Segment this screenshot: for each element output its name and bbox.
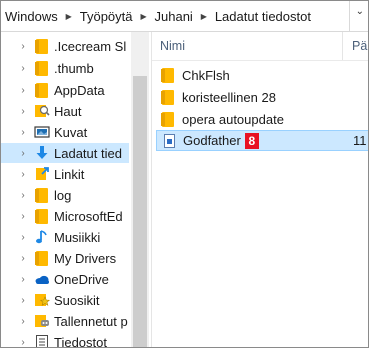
nav-item-label: Linkit (54, 166, 85, 182)
nav-item-label: AppData (54, 82, 105, 98)
chevron-right-icon[interactable]: › (18, 63, 28, 74)
folder-icon (34, 208, 50, 224)
nav-item-label: .Icecream Sl (54, 38, 127, 54)
nav-item-label: Ladatut tied (54, 145, 122, 161)
breadcrumb-item-tyopoyta[interactable]: Työpöytä (77, 9, 136, 24)
chevron-right-icon[interactable]: ▶ (61, 12, 77, 21)
nav-item-label: Tallennetut p (54, 313, 128, 329)
chevron-right-icon[interactable]: › (18, 211, 28, 222)
favorites-icon (34, 292, 50, 308)
chevron-down-icon: ⌄ (355, 6, 364, 17)
chevron-right-icon[interactable]: › (18, 232, 28, 243)
breadcrumb: Windows ▶ Työpöytä ▶ Juhani ▶ Ladatut ti… (1, 1, 314, 31)
chevron-right-icon[interactable]: › (18, 295, 28, 306)
file-row-koristeellinen[interactable]: koristeellinen 28 (156, 87, 368, 108)
nav-item-my-drivers[interactable]: › My Drivers (1, 248, 129, 268)
file-name: opera autoupdate (182, 112, 284, 127)
nav-item-kuvat[interactable]: › Kuvat (1, 122, 129, 142)
chevron-right-icon[interactable]: › (18, 41, 28, 52)
breadcrumb-item-juhani[interactable]: Juhani (152, 9, 196, 24)
breadcrumb-item-ladatut-tiedostot[interactable]: Ladatut tiedostot (212, 9, 314, 24)
file-list: Nimi Pä ChkFlsh koristeellinen 28 opera … (152, 32, 368, 347)
file-row-opera-autoupdate[interactable]: opera autoupdate (156, 109, 368, 130)
saved-games-icon (34, 313, 50, 329)
links-icon (34, 166, 50, 182)
nav-item-haut[interactable]: › Haut (1, 101, 129, 121)
documents-icon (34, 334, 50, 347)
nav-item-suosikit[interactable]: › Suosikit (1, 290, 129, 310)
chevron-right-icon[interactable]: › (18, 85, 28, 96)
search-folder-icon (34, 103, 50, 119)
file-row-godfather[interactable]: Godfather 8 11 (156, 130, 368, 151)
chevron-right-icon[interactable]: ▶ (196, 12, 212, 21)
address-bar[interactable]: Windows ▶ Työpöytä ▶ Juhani ▶ Ladatut ti… (1, 1, 368, 32)
nav-item-tallennetut[interactable]: › Tallennetut p (1, 311, 129, 331)
folder-icon (34, 82, 50, 98)
nav-item-label: Haut (54, 103, 82, 119)
column-header-date[interactable]: Pä (352, 39, 367, 53)
nav-item-log[interactable]: › log (1, 185, 129, 205)
nav-item-label: My Drivers (54, 250, 117, 266)
breadcrumb-item-windows[interactable]: Windows (1, 9, 61, 24)
file-icon (161, 133, 177, 149)
chevron-right-icon[interactable]: › (18, 274, 28, 285)
chevron-right-icon[interactable]: › (18, 127, 28, 138)
nav-item-label: Tiedostot (54, 334, 107, 348)
nav-item-label: Suosikit (54, 292, 100, 308)
nav-item-label: log (54, 187, 72, 203)
file-name: koristeellinen 28 (182, 90, 276, 105)
step-badge: 8 (244, 132, 259, 149)
nav-item-thumb[interactable]: › .thumb (1, 58, 129, 78)
file-name: ChkFlsh (182, 68, 230, 83)
nav-item-label: OneDrive (54, 271, 109, 287)
nav-item-icecream[interactable]: › .Icecream Sl (1, 36, 129, 56)
folder-icon (160, 112, 176, 128)
nav-scrollbar[interactable] (131, 32, 149, 347)
nav-item-label: Musiikki (54, 229, 101, 245)
file-date: 11 (353, 133, 367, 148)
nav-item-musiikki[interactable]: › Musiikki (1, 227, 129, 247)
chevron-right-icon[interactable]: › (18, 148, 28, 159)
chevron-right-icon[interactable]: › (18, 106, 28, 117)
folder-icon (160, 90, 176, 106)
chevron-right-icon[interactable]: › (18, 190, 28, 201)
nav-item-label: MicrosoftEd (54, 208, 123, 224)
folder-icon (34, 38, 50, 54)
nav-item-linkit[interactable]: › Linkit (1, 164, 129, 184)
pictures-icon (34, 124, 50, 140)
chevron-right-icon[interactable]: › (18, 253, 28, 264)
onedrive-icon (34, 271, 50, 287)
address-dropdown-button[interactable]: ⌄ (349, 1, 368, 31)
file-row-chkflsh[interactable]: ChkFlsh (156, 65, 368, 86)
nav-item-appdata[interactable]: › AppData (1, 80, 129, 100)
nav-item-onedrive[interactable]: › OneDrive (1, 269, 129, 289)
folder-icon (34, 60, 50, 76)
chevron-right-icon[interactable]: › (18, 337, 28, 348)
navigation-pane: › .Icecream Sl › .thumb › AppData › Haut… (1, 32, 151, 347)
file-explorer-window: Windows ▶ Työpöytä ▶ Juhani ▶ Ladatut ti… (0, 0, 369, 348)
chevron-right-icon[interactable]: › (18, 169, 28, 180)
chevron-right-icon[interactable]: › (18, 316, 28, 327)
nav-item-ladatut-tiedostot[interactable]: › Ladatut tied (1, 143, 129, 163)
nav-item-label: .thumb (54, 60, 94, 76)
column-header-row: Nimi Pä (152, 32, 368, 61)
column-divider[interactable] (342, 32, 343, 60)
nav-item-label: Kuvat (54, 124, 88, 140)
folder-icon (34, 250, 50, 266)
nav-item-tiedostot[interactable]: › Tiedostot (1, 332, 129, 347)
column-header-name[interactable]: Nimi (160, 39, 185, 53)
nav-item-microsoftedge[interactable]: › MicrosoftEd (1, 206, 129, 226)
music-icon (34, 229, 50, 245)
folder-icon (34, 187, 50, 203)
chevron-right-icon[interactable]: ▶ (136, 12, 152, 21)
nav-scrollbar-thumb[interactable] (133, 76, 147, 347)
file-name: Godfather (183, 133, 241, 148)
downloads-icon (34, 145, 50, 161)
folder-icon (160, 68, 176, 84)
